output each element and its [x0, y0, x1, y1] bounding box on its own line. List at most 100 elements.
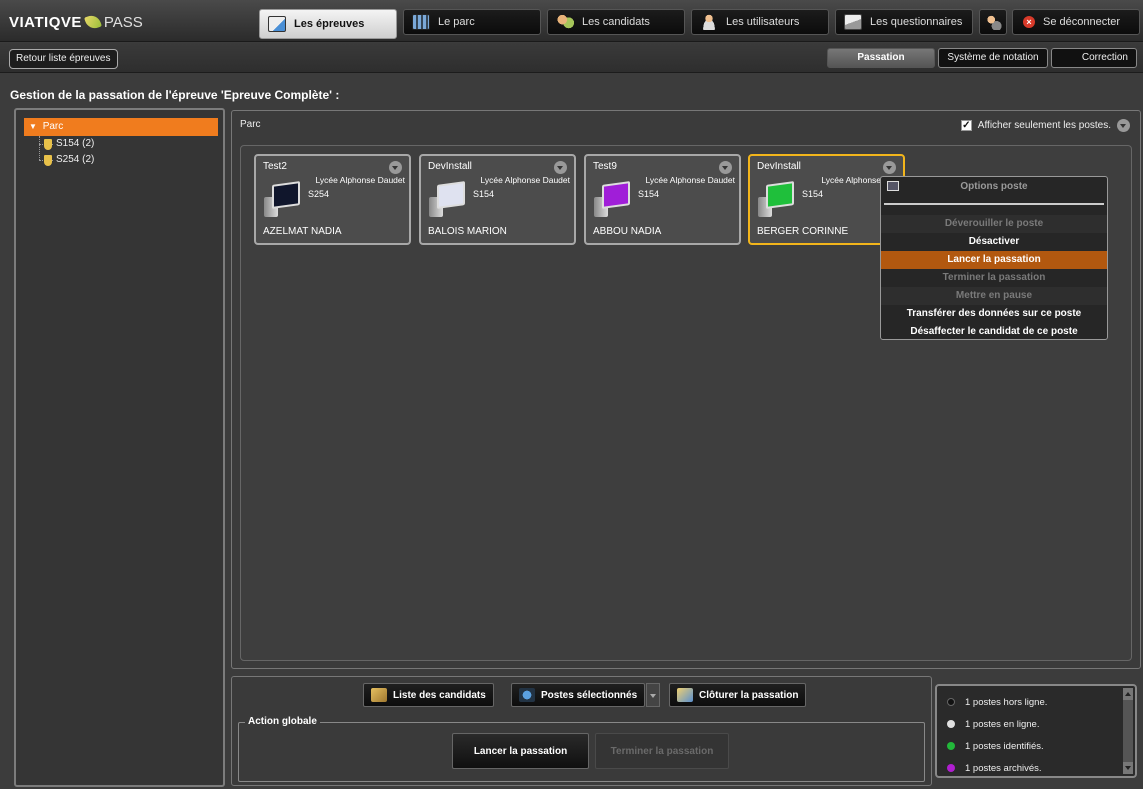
brand-name: VIATIQVE [9, 13, 82, 31]
poste-candidate: BALOIS MARION [428, 226, 507, 237]
user-settings-icon [984, 14, 1002, 30]
tree-item-label: S154 (2) [56, 138, 95, 149]
menu-divider [884, 197, 1104, 205]
chevron-down-icon[interactable] [389, 161, 402, 174]
status-identifies: 1 postes identifiés. [947, 738, 1044, 754]
poste-school: Lycée Alphonse Daudet [645, 175, 735, 185]
menu-item-desaffecter-candidat[interactable]: Désaffecter le candidat de ce poste [881, 323, 1107, 341]
tree-item-s154[interactable]: S154 (2) [44, 136, 94, 152]
button-label: Clôturer la passation [699, 689, 799, 701]
page-title: Gestion de la passation de l'épreuve 'Ep… [10, 88, 340, 102]
edit-icon [268, 16, 286, 32]
tree-item-s254[interactable]: S254 (2) [44, 152, 94, 168]
menu-item-deverouiller: Déverouiller le poste [881, 215, 1107, 233]
button-label: Postes sélectionnés [541, 689, 638, 701]
parc-panel-title: Parc [240, 119, 261, 130]
tab-passation[interactable]: Passation [827, 48, 935, 68]
poste-room: S154 [473, 189, 495, 199]
tab-les-questionnaires[interactable]: Les questionnaires [835, 9, 973, 35]
tab-label: Se déconnecter [1043, 16, 1121, 28]
show-only-postes-checkbox[interactable]: ✓ [960, 120, 972, 131]
user-settings-button[interactable] [979, 9, 1007, 35]
close-icon: × [1023, 16, 1035, 28]
logout-button[interactable]: × Se déconnecter [1012, 9, 1140, 35]
action-globale-legend: Action globale [245, 716, 320, 727]
show-only-postes-label: Afficher seulement les postes. [977, 120, 1111, 131]
status-dot-icon [947, 720, 955, 728]
status-archives: 1 postes archivés. [947, 760, 1042, 776]
poste-candidate: AZELMAT NADIA [263, 226, 342, 237]
room-icon [44, 138, 52, 150]
menu-header: Options poste [881, 177, 1107, 197]
tab-label: Les candidats [582, 16, 650, 28]
poste-candidate: ABBOU NADIA [593, 226, 662, 237]
parc-tree-panel: ▼ Parc S154 (2) S254 (2) [14, 108, 225, 787]
poste-name: Test2 [263, 161, 287, 172]
chevron-down-icon[interactable] [554, 161, 567, 174]
poste-room: S154 [802, 189, 824, 199]
poste-card[interactable]: Test9 Lycée Alphonse Daudet S154 ABBOU N… [584, 154, 741, 245]
menu-item-transferer-donnees[interactable]: Transférer des données sur ce poste [881, 305, 1107, 323]
poste-room: S154 [638, 189, 660, 199]
tree-root-parc[interactable]: ▼ Parc [24, 118, 218, 136]
poste-candidate: BERGER CORINNE [757, 226, 849, 237]
status-dot-icon [947, 742, 955, 750]
tab-label: Les utilisateurs [726, 16, 800, 28]
monitor-icon [887, 181, 899, 191]
leaf-logo-icon [83, 13, 102, 31]
tab-correction[interactable]: Correction [1051, 48, 1137, 68]
status-label: 1 postes en ligne. [965, 718, 1040, 730]
poste-name: DevInstall [428, 161, 472, 172]
chevron-down-icon[interactable] [1117, 119, 1130, 132]
tree-root-label: Parc [42, 121, 64, 132]
cloturer-passation-button[interactable]: Clôturer la passation [669, 683, 807, 707]
quiz-icon [844, 14, 862, 30]
caret-down-icon: ▼ [29, 122, 37, 131]
monitor-icon [758, 181, 796, 217]
liste-candidats-button[interactable]: Liste des candidats [363, 683, 494, 707]
lancer-passation-button[interactable]: Lancer la passation [452, 733, 589, 769]
tab-les-candidats[interactable]: Les candidats [547, 9, 685, 35]
status-dot-icon [947, 698, 955, 706]
status-dot-icon [947, 764, 955, 772]
tab-label: Les épreuves [294, 18, 365, 30]
chevron-down-icon[interactable] [719, 161, 732, 174]
status-en-ligne: 1 postes en ligne. [947, 716, 1039, 732]
menu-item-lancer-passation[interactable]: Lancer la passation [881, 251, 1107, 269]
poste-school: Lycée Alphonse Daudet [480, 175, 570, 185]
chevron-down-icon[interactable] [646, 683, 661, 707]
menu-item-desactiver[interactable]: Désactiver [881, 233, 1107, 251]
terminer-passation-button: Terminer la passation [595, 733, 729, 769]
poste-card[interactable]: DevInstall Lycée Alphonse Daudet S154 BA… [419, 154, 576, 245]
button-label: Liste des candidats [393, 689, 486, 701]
tab-les-utilisateurs[interactable]: Les utilisateurs [691, 9, 829, 35]
people-icon [556, 14, 574, 30]
status-label: 1 postes identifiés. [965, 740, 1044, 752]
status-hors-ligne: 1 postes hors ligne. [947, 694, 1047, 710]
tab-systeme-de-notation[interactable]: Système de notation [938, 48, 1048, 68]
tab-le-parc[interactable]: Le parc [403, 9, 541, 35]
poste-room: S254 [308, 189, 330, 199]
room-icon [44, 154, 52, 166]
menu-item-terminer-passation: Terminer la passation [942, 272, 1046, 283]
scroll-down-icon[interactable] [1123, 762, 1133, 774]
sub-navigation-bar: Retour liste épreuves Passation Système … [0, 43, 1143, 73]
person-icon [700, 14, 718, 30]
tab-label: Les questionnaires [870, 16, 963, 28]
back-to-list-button[interactable]: Retour liste épreuves [9, 49, 118, 69]
action-globale-group: Action globale Lancer la passation Termi… [238, 716, 925, 782]
monitor-icon [594, 181, 632, 217]
chevron-down-icon[interactable] [883, 161, 896, 174]
tab-les-epreuves[interactable]: Les épreuves [259, 9, 397, 39]
poste-card[interactable]: Test2 Lycée Alphonse Daudet S254 AZELMAT… [254, 154, 411, 245]
tab-label: Le parc [438, 16, 475, 28]
show-only-postes-option: ✓ Afficher seulement les postes. [960, 119, 1130, 132]
status-scrollbar[interactable] [1123, 688, 1133, 774]
monitor-icon [264, 181, 302, 217]
postes-selectionnes-button[interactable]: Postes sélectionnés [511, 683, 661, 707]
status-label: 1 postes hors ligne. [965, 696, 1048, 708]
poste-name: Test9 [593, 161, 617, 172]
app-logo: VIATIQVE PASS [9, 12, 143, 32]
scroll-up-icon[interactable] [1123, 688, 1133, 700]
menu-title: Options poste [960, 181, 1028, 192]
